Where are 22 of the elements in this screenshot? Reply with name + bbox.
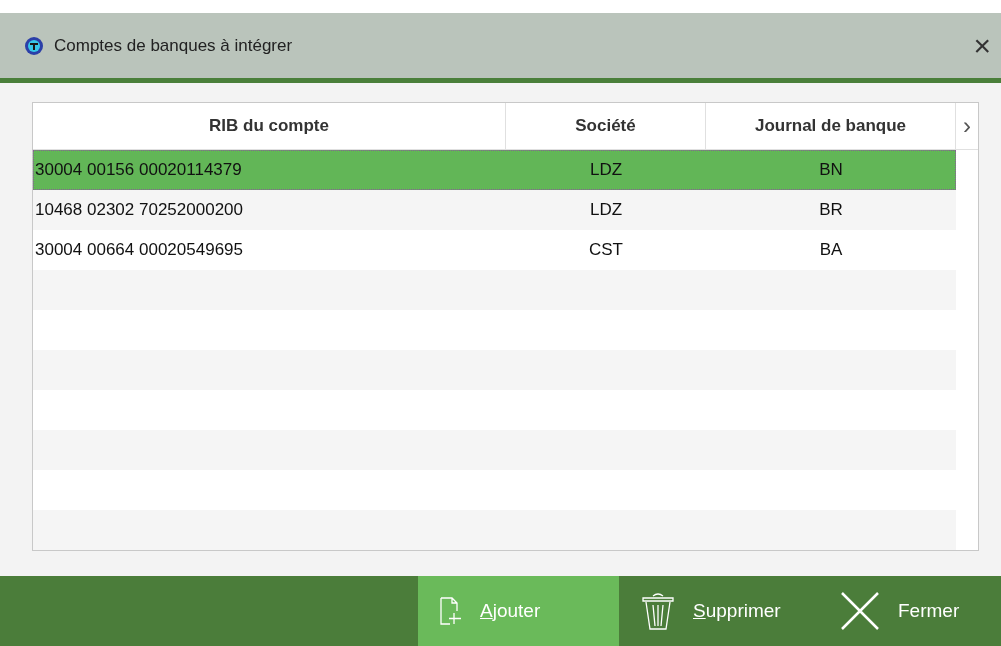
table-cell-text: LDZ <box>588 199 624 222</box>
table-cell-text: CST <box>588 239 624 262</box>
trash-icon <box>641 592 675 630</box>
delete-action-button[interactable]: Supprimer <box>619 576 820 646</box>
table-cell-text: 10468 02302 70252000200 <box>34 199 244 222</box>
table-row[interactable]: 30004 00156 00020114379 LDZ BN <box>33 150 956 190</box>
table-cell-text: BA <box>818 239 844 262</box>
close-icon <box>840 591 880 631</box>
new-file-icon <box>440 597 462 625</box>
table-cell-text: BN <box>818 159 844 182</box>
table-row[interactable]: 10468 02302 70252000200 LDZ BR <box>33 190 956 230</box>
column-header[interactable]: RIB du compte <box>33 103 506 149</box>
table-cell-text: LDZ <box>588 159 624 182</box>
column-header[interactable]: Journal de banque <box>706 103 956 149</box>
table-cell-text: 30004 00664 00020549695 <box>34 239 244 262</box>
window-title: Comptes de banques à intégrer <box>54 34 294 57</box>
close-button[interactable]: × <box>973 30 991 61</box>
table-cell-text: 30004 00156 00020114379 <box>34 159 243 182</box>
table-cell-text: BR <box>818 199 844 222</box>
column-header[interactable]: Société <box>506 103 706 149</box>
scroll-right-button[interactable]: › <box>956 103 978 149</box>
close-action-button[interactable]: Fermer <box>820 576 1001 646</box>
